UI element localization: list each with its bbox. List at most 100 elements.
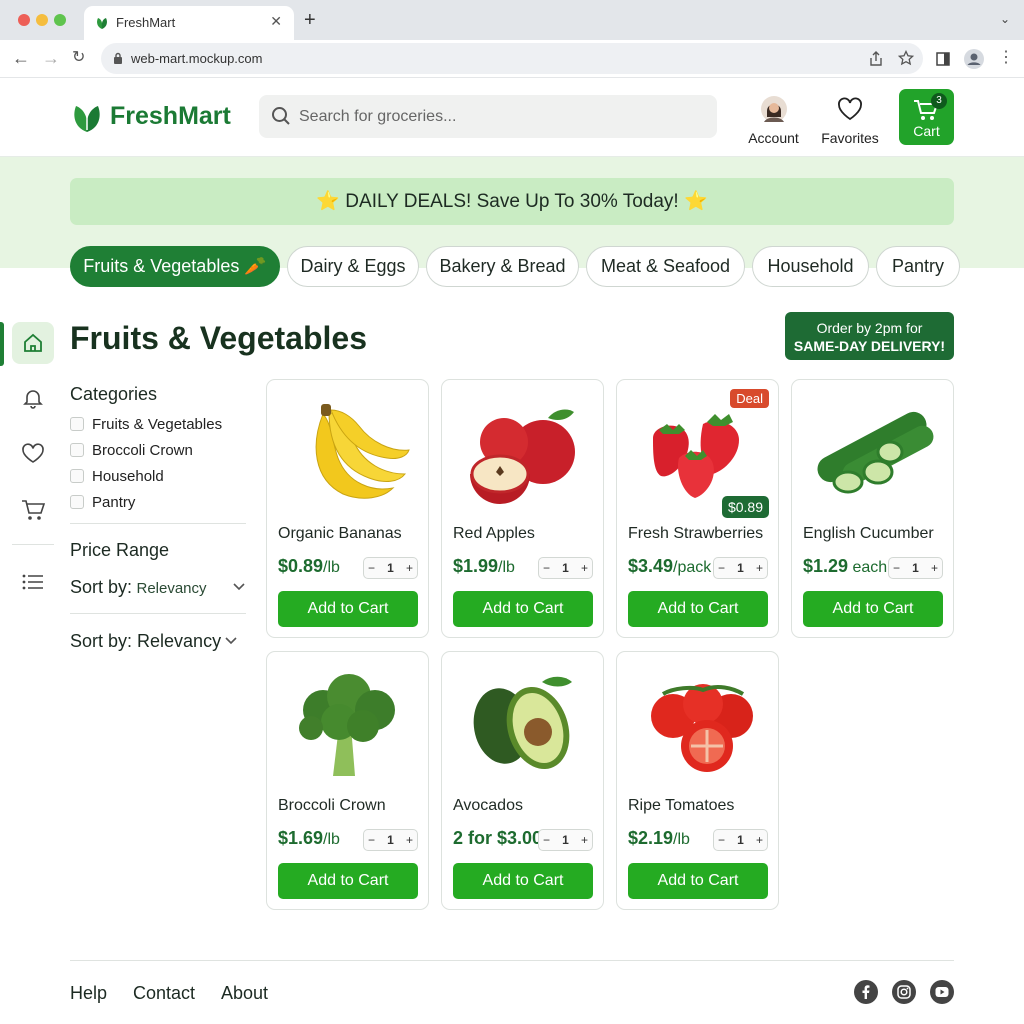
tab-meat-seafood[interactable]: Meat & Seafood [586, 246, 745, 287]
increment-button[interactable]: + [931, 561, 938, 575]
rail-list-button[interactable] [12, 561, 54, 603]
minimize-window-button[interactable] [36, 14, 48, 26]
sidebar-panel-icon[interactable] [936, 52, 950, 66]
checkbox[interactable] [70, 495, 84, 509]
tab-pantry[interactable]: Pantry [876, 246, 960, 287]
product-card-english-cucumber[interactable]: English Cucumber $1.29 each −1 + Add to C… [791, 379, 954, 638]
checkbox[interactable] [70, 469, 84, 483]
cart-button[interactable]: 3 Cart [899, 89, 954, 145]
increment-button[interactable]: + [406, 561, 413, 575]
product-card-ripe-tomatoes[interactable]: Ripe Tomatoes $2.19/lb −1 + Add to Cart [616, 651, 779, 910]
decrement-button[interactable]: − [368, 833, 375, 847]
increment-button[interactable]: + [756, 561, 763, 575]
quantity-value[interactable]: 1 [562, 833, 569, 847]
decrement-button[interactable]: − [718, 561, 725, 575]
add-to-cart-button[interactable]: Add to Cart [803, 591, 943, 627]
new-tab-button[interactable]: + [304, 10, 316, 30]
decrement-button[interactable]: − [718, 833, 725, 847]
bookmark-star-icon[interactable] [898, 50, 914, 66]
filter-checkbox-broccoli-crown[interactable]: Broccoli Crown [70, 437, 246, 463]
search-input[interactable] [299, 95, 699, 138]
profile-icon[interactable] [963, 48, 985, 70]
footer-link-help[interactable]: Help [70, 983, 107, 1004]
product-name[interactable]: Ripe Tomatoes [628, 797, 734, 815]
reload-icon[interactable]: ↻ [72, 48, 85, 68]
quantity-stepper: −1 + [538, 829, 593, 851]
account-avatar [760, 96, 787, 122]
youtube-icon[interactable] [930, 980, 954, 1004]
rail-home-button[interactable] [12, 322, 54, 364]
quantity-value[interactable]: 1 [737, 833, 744, 847]
add-to-cart-button[interactable]: Add to Cart [628, 863, 768, 899]
share-icon[interactable] [869, 51, 883, 67]
checkbox[interactable] [70, 417, 84, 431]
search-bar[interactable] [259, 95, 717, 138]
facebook-icon[interactable] [854, 980, 878, 1004]
footer-link-contact[interactable]: Contact [133, 983, 195, 1004]
decrement-button[interactable]: − [543, 833, 550, 847]
tab-dairy-eggs[interactable]: Dairy & Eggs [287, 246, 419, 287]
maximize-window-button[interactable] [54, 14, 66, 26]
address-bar[interactable]: web-mart.mockup.com [101, 43, 923, 74]
add-to-cart-button[interactable]: Add to Cart [278, 591, 418, 627]
increment-button[interactable]: + [756, 833, 763, 847]
checkbox[interactable] [70, 443, 84, 457]
product-card-avocados[interactable]: Avocados 2 for $3.00 −1 + Add to Cart [441, 651, 604, 910]
filter-checkbox-household[interactable]: Household [70, 463, 246, 489]
add-to-cart-button[interactable]: Add to Cart [453, 591, 593, 627]
increment-button[interactable]: + [406, 833, 413, 847]
product-name[interactable]: English Cucumber [803, 525, 934, 543]
product-card-fresh-strawberries[interactable]: Deal $0.89 Fresh Strawberries $3.49/pack… [616, 379, 779, 638]
avocados-image [473, 676, 572, 770]
tab-bakery-bread[interactable]: Bakery & Bread [426, 246, 579, 287]
close-tab-icon[interactable]: ✕ [270, 13, 282, 30]
price-range-heading[interactable]: Price Range [70, 540, 246, 561]
rail-divider [12, 544, 54, 545]
product-name[interactable]: Organic Bananas [278, 525, 402, 543]
instagram-icon[interactable] [892, 980, 916, 1004]
filter-divider [70, 613, 246, 614]
quantity-value[interactable]: 1 [387, 833, 394, 847]
decrement-button[interactable]: − [368, 561, 375, 575]
decrement-button[interactable]: − [893, 561, 900, 575]
forward-arrow-icon[interactable]: → [42, 48, 60, 68]
browser-tab[interactable]: FreshMart ✕ [84, 6, 294, 40]
brand-logo[interactable]: FreshMart [70, 98, 231, 134]
account-button[interactable]: Account [746, 95, 801, 146]
increment-button[interactable]: + [581, 561, 588, 575]
quantity-value[interactable]: 1 [737, 561, 744, 575]
close-window-button[interactable] [18, 14, 30, 26]
tab-household[interactable]: Household [752, 246, 869, 287]
same-day-delivery-badge[interactable]: Order by 2pm for SAME-DAY DELIVERY! [785, 312, 954, 360]
daily-deals-banner[interactable]: ⭐ DAILY DEALS! Save Up To 30% Today! ⭐ [70, 178, 954, 225]
product-card-red-apples[interactable]: Red Apples $1.99/lb −1 + Add to Cart [441, 379, 604, 638]
add-to-cart-button[interactable]: Add to Cart [278, 863, 418, 899]
product-card-organic-bananas[interactable]: Organic Bananas $0.89/lb −1 + Add to Cart [266, 379, 429, 638]
quantity-stepper: −1 + [538, 557, 593, 579]
browser-menu-icon[interactable]: ⋮ [998, 48, 1014, 68]
footer-link-about[interactable]: About [221, 983, 268, 1004]
quantity-value[interactable]: 1 [387, 561, 394, 575]
product-name[interactable]: Avocados [453, 797, 523, 815]
sort-dropdown[interactable]: Sort by: Relevancy [70, 575, 246, 599]
rail-favorites-button[interactable] [12, 432, 54, 474]
decrement-button[interactable]: − [543, 561, 550, 575]
favorites-button[interactable]: Favorites [819, 95, 881, 146]
tab-fruits-vegetables[interactable]: Fruits & Vegetables 🥕 [70, 246, 280, 287]
sort-dropdown-secondary[interactable]: Sort by: Relevancy [70, 629, 238, 653]
product-card-broccoli-crown[interactable]: Broccoli Crown $1.69/lb −1 + Add to Cart [266, 651, 429, 910]
product-name[interactable]: Broccoli Crown [278, 797, 386, 815]
add-to-cart-button[interactable]: Add to Cart [628, 591, 768, 627]
product-name[interactable]: Fresh Strawberries [628, 525, 763, 543]
add-to-cart-button[interactable]: Add to Cart [453, 863, 593, 899]
product-name[interactable]: Red Apples [453, 525, 535, 543]
back-arrow-icon[interactable]: ← [12, 48, 30, 68]
tab-search-chevron-icon[interactable]: ⌄ [1000, 12, 1010, 26]
increment-button[interactable]: + [581, 833, 588, 847]
quantity-value[interactable]: 1 [912, 561, 919, 575]
quantity-value[interactable]: 1 [562, 561, 569, 575]
filter-checkbox-fruits-vegetables[interactable]: Fruits & Vegetables [70, 411, 246, 437]
rail-notifications-button[interactable] [12, 377, 54, 419]
rail-cart-button[interactable] [12, 489, 54, 531]
filter-checkbox-pantry[interactable]: Pantry [70, 489, 246, 515]
